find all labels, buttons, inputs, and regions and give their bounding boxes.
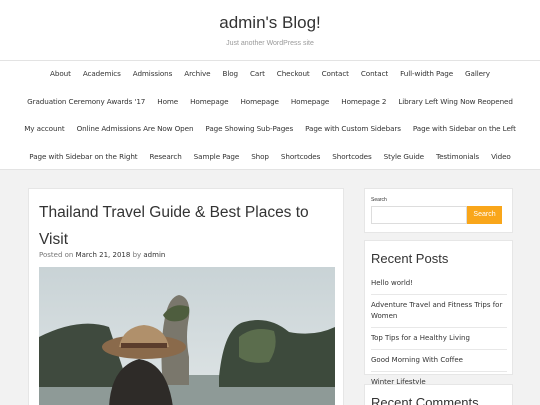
menu-item[interactable]: Full-width Page <box>394 69 459 78</box>
menu-item[interactable]: Checkout <box>271 69 316 78</box>
menu-item[interactable]: Homepage <box>184 97 234 106</box>
menu-item[interactable]: Shortcodes <box>326 152 377 161</box>
primary-menu: About Academics Admissions Archive Blog Cart C… <box>0 61 540 170</box>
menu-item[interactable]: Contact <box>316 69 355 78</box>
post-meta: Posted on March 21, 2018 by admin <box>39 251 165 259</box>
menu-item[interactable]: Research <box>144 152 188 161</box>
search-input[interactable] <box>371 206 467 224</box>
recent-posts-list: Hello world! Adventure Travel and Fitnes… <box>371 273 507 394</box>
posted-on-label: Posted on <box>39 251 74 259</box>
menu-item[interactable]: Page Showing Sub-Pages <box>199 124 299 133</box>
site-description: Just another WordPress site <box>226 40 314 47</box>
menu-item[interactable]: Shortcodes <box>275 152 326 161</box>
search-widget: Search Search <box>364 188 513 233</box>
menu-item[interactable]: Page with Custom Sidebars <box>299 124 407 133</box>
menu-item[interactable]: Style Guide <box>378 152 430 161</box>
site-title[interactable]: admin's Blog! <box>0 13 540 33</box>
site-header: admin's Blog! Just another WordPress sit… <box>0 0 540 61</box>
recent-posts-title: Recent Posts <box>371 251 449 266</box>
recent-post-link[interactable]: Good Morning With Coffee <box>371 350 507 372</box>
featured-image[interactable] <box>39 267 335 405</box>
recent-posts-widget: Recent Posts Hello world! Adventure Trav… <box>364 240 513 394</box>
recent-post-link[interactable]: Hello world! <box>371 273 507 295</box>
menu-item[interactable]: Cart <box>244 69 271 78</box>
post-title[interactable]: Thailand Travel Guide & Best Places to V… <box>39 199 339 253</box>
menu-item[interactable]: Video <box>485 152 517 161</box>
menu-item[interactable]: Library Left Wing Now Reopened <box>392 97 519 106</box>
by-label: by <box>132 251 142 259</box>
menu-item[interactable]: Archive <box>178 69 216 78</box>
menu-item[interactable]: Academics <box>77 69 127 78</box>
menu-item[interactable]: Contact <box>355 69 394 78</box>
menu-item[interactable]: Page with Sidebar on the Left <box>407 124 522 133</box>
recent-comments-widget: Recent Comments <box>364 384 513 405</box>
post-date-link[interactable]: March 21, 2018 <box>76 251 131 259</box>
menu-item[interactable]: Homepage 2 <box>335 97 392 106</box>
menu-row: Graduation Ceremony Awards '17 Home Homepa… <box>0 97 540 106</box>
menu-item[interactable]: Graduation Ceremony Awards '17 <box>21 97 151 106</box>
menu-item[interactable]: Home <box>151 97 184 106</box>
menu-item[interactable]: Page with Sidebar on the Right <box>23 152 143 161</box>
recent-post-link[interactable]: Top Tips for a Healthy Living <box>371 328 507 350</box>
menu-item[interactable]: Online Admissions Are Now Open <box>71 124 200 133</box>
menu-item[interactable]: About <box>44 69 77 78</box>
menu-row: About Academics Admissions Archive Blog Cart C… <box>0 69 540 78</box>
menu-item[interactable]: Gallery <box>459 69 496 78</box>
author-link[interactable]: admin <box>143 251 165 259</box>
menu-row: Page with Sidebar on the Right Research Sa… <box>0 152 540 161</box>
menu-item[interactable]: Homepage <box>234 97 284 106</box>
menu-item[interactable]: My account <box>18 124 70 133</box>
menu-item[interactable]: Shop <box>245 152 275 161</box>
menu-item[interactable]: Blog <box>217 69 245 78</box>
menu-item[interactable]: Sample Page <box>188 152 246 161</box>
recent-comments-title: Recent Comments <box>371 395 479 405</box>
featured-image-graphic <box>39 267 335 405</box>
recent-post-link[interactable]: Adventure Travel and Fitness Trips for W… <box>371 295 507 328</box>
menu-item[interactable]: Homepage <box>285 97 335 106</box>
menu-row: My account Online Admissions Are Now Open… <box>0 124 540 133</box>
menu-item[interactable]: Testimonials <box>430 152 485 161</box>
menu-item[interactable]: Admissions <box>127 69 179 78</box>
post-card: Thailand Travel Guide & Best Places to V… <box>28 188 344 405</box>
search-label: Search <box>371 197 387 203</box>
search-button[interactable]: Search <box>467 206 502 224</box>
